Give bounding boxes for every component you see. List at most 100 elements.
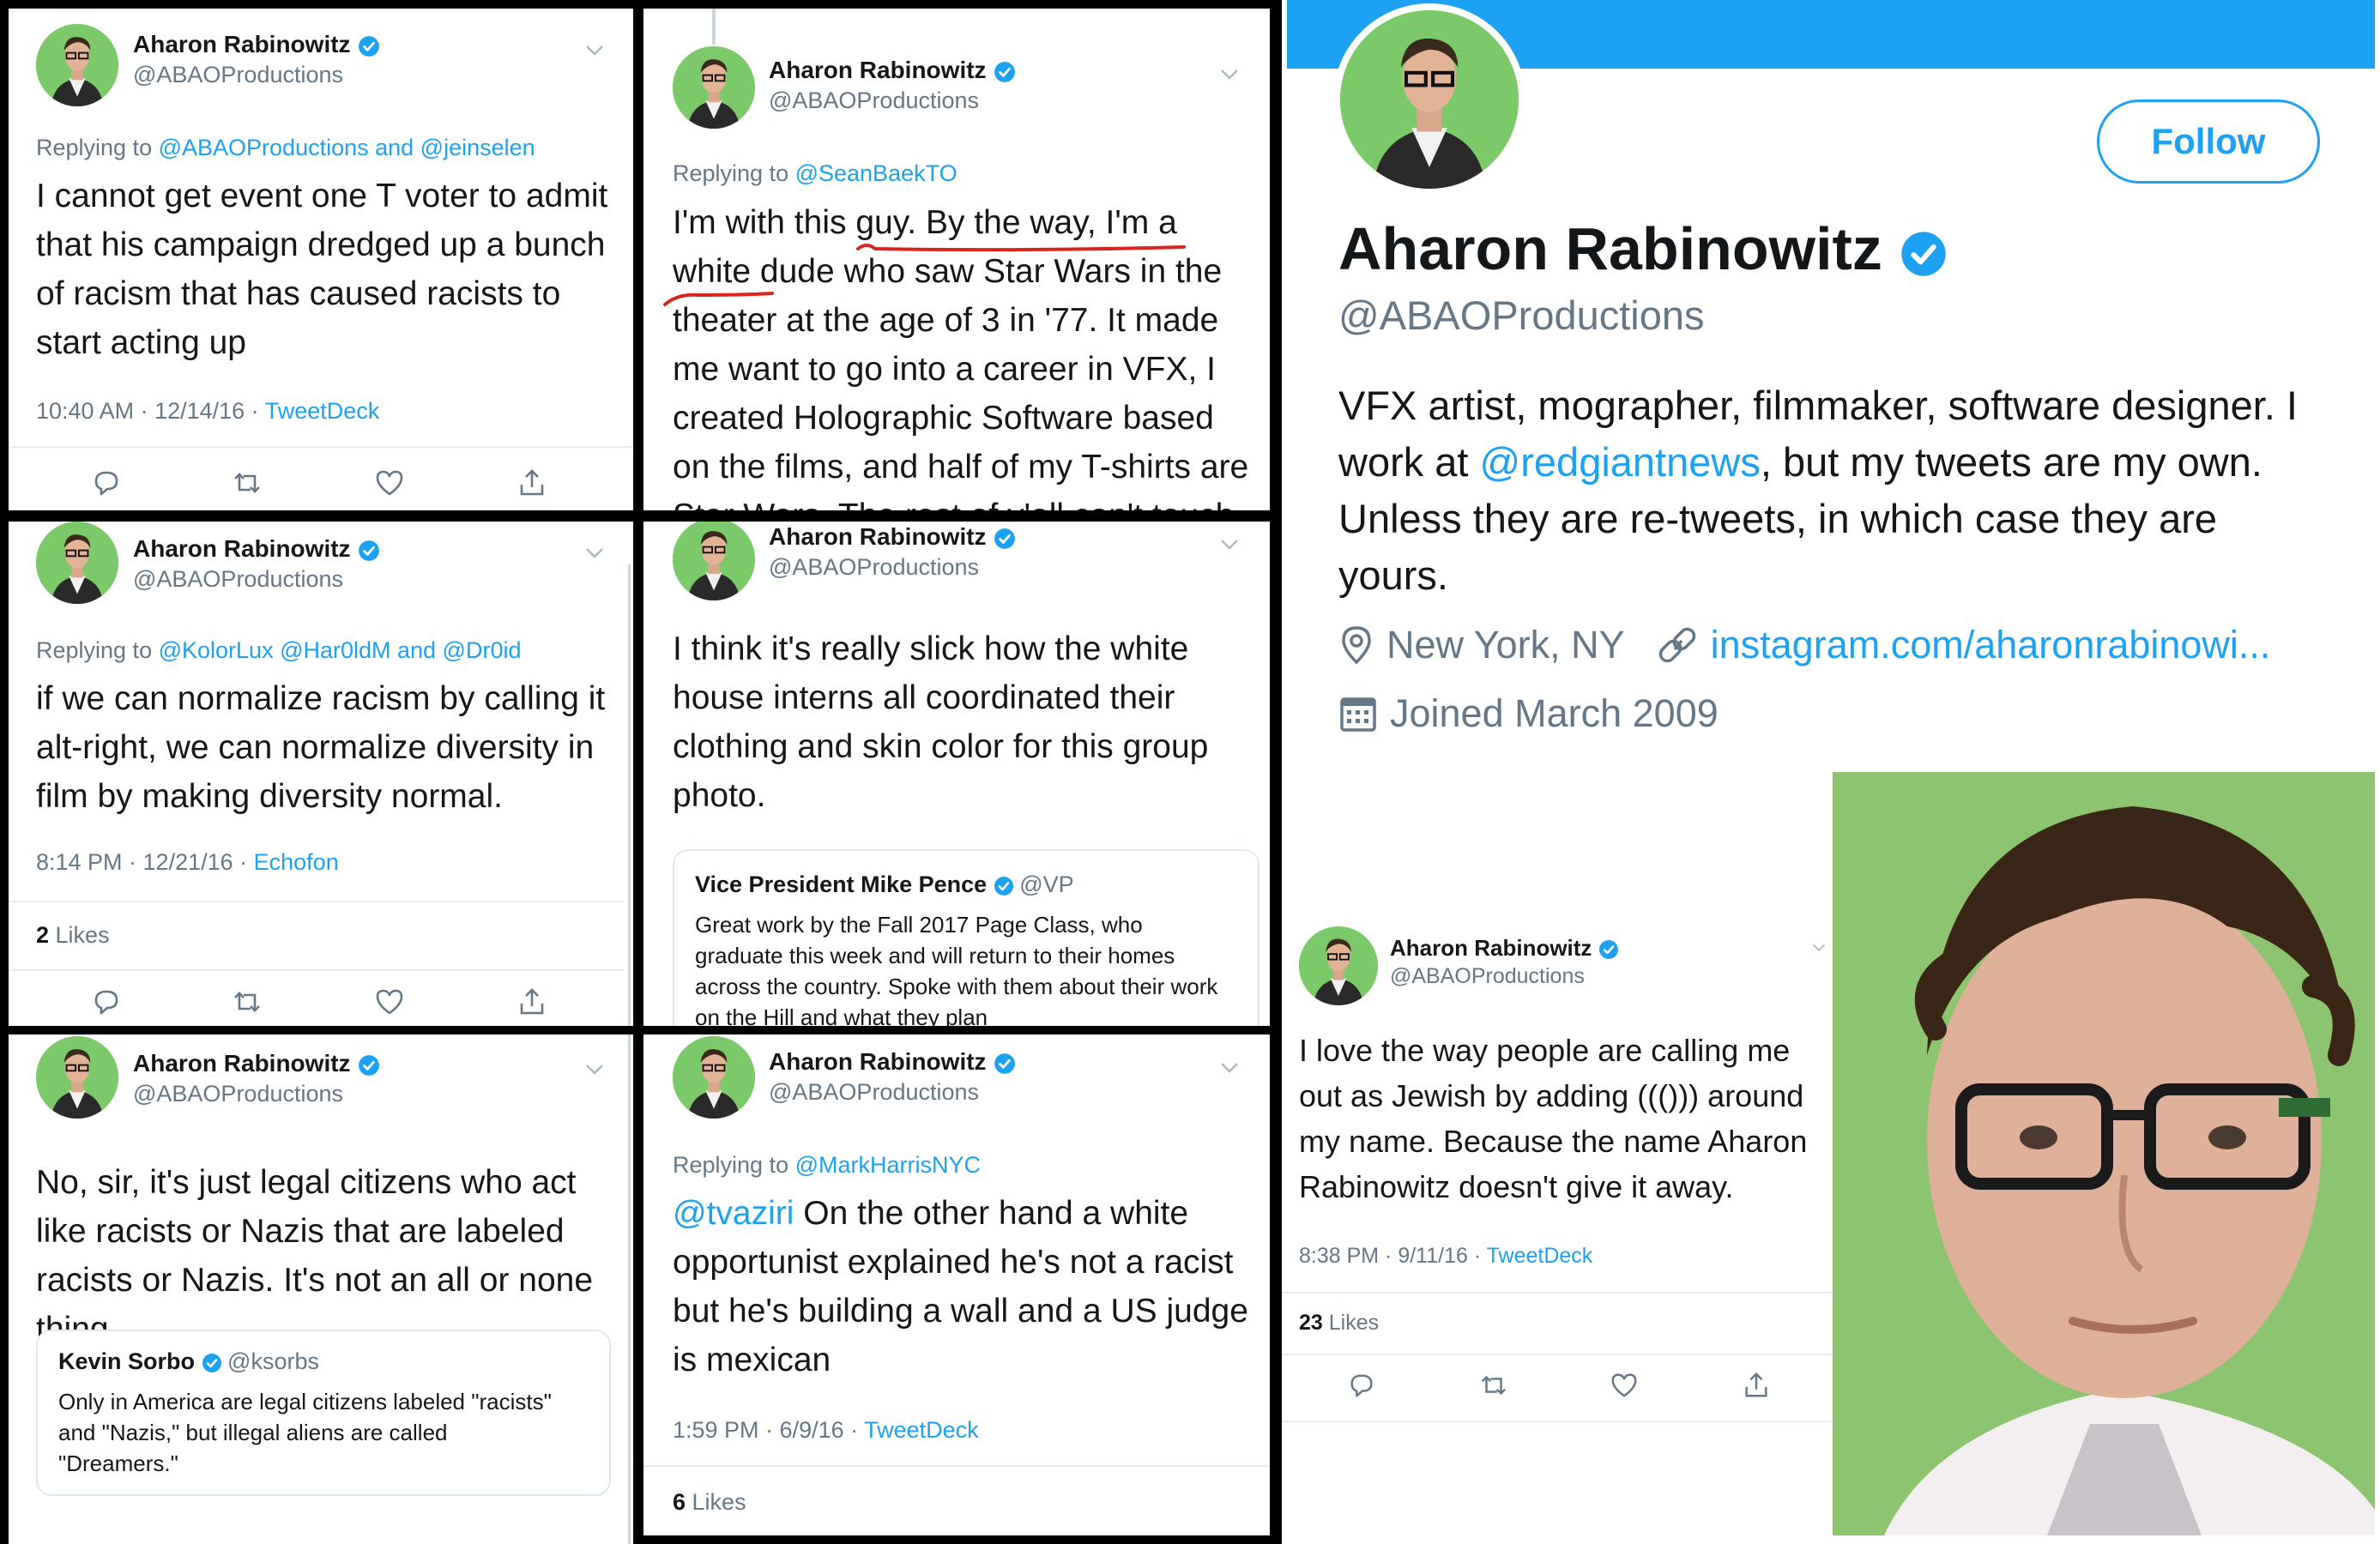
follow-button[interactable]: Follow (2097, 100, 2320, 184)
likes-number: 6 (673, 1489, 686, 1515)
embedded-tweet[interactable]: Aharon Rabinowitz @ABAOProductions I lov… (1282, 909, 1831, 1441)
avatar[interactable] (36, 522, 118, 604)
portrait-photo (1833, 772, 2375, 1535)
tweet-card-5[interactable]: Aharon Rabinowitz @ABAOProductions No, s… (9, 1034, 633, 1544)
replying-to-link[interactable]: @KolorLux @Har0ldM and @Dr0id (159, 637, 522, 663)
thread-line (712, 9, 716, 45)
red-underline-annotation (663, 244, 1186, 306)
replying-to-link[interactable]: @ABAOProductions and @jeinselen (159, 135, 535, 160)
quoted-author-row[interactable]: Vice President Mike Pence @VP (695, 872, 1074, 898)
tweet-mention-link[interactable]: @tvaziri (673, 1195, 794, 1232)
quoted-author-row[interactable]: Kevin Sorbo @ksorbs (58, 1348, 319, 1375)
author-handle[interactable]: @ABAOProductions (133, 566, 343, 593)
chevron-down-icon[interactable] (585, 1064, 604, 1076)
avatar[interactable] (673, 1036, 755, 1119)
author-name[interactable]: Aharon Rabinowitz (1390, 935, 1592, 961)
author-name[interactable]: Aharon Rabinowitz (133, 535, 351, 562)
tweet-timestamp[interactable]: 8:38 PM · 9/11/16 · (1299, 1244, 1487, 1268)
author-name[interactable]: Aharon Rabinowitz (769, 523, 987, 550)
avatar[interactable] (36, 24, 118, 106)
quoted-author-handle[interactable]: @VP (1019, 872, 1073, 897)
likes-count[interactable]: 6 Likes (673, 1489, 746, 1516)
author-handle[interactable]: @ABAOProductions (769, 1079, 979, 1106)
profile-bio-link[interactable]: @redgiantnews (1480, 439, 1761, 485)
quoted-author-name[interactable]: Kevin Sorbo (58, 1348, 195, 1374)
author-handle[interactable]: @ABAOProductions (133, 1081, 343, 1107)
tweet-timestamp[interactable]: 1:59 PM · 6/9/16 · (673, 1417, 864, 1443)
reply-icon[interactable] (1347, 1371, 1376, 1400)
author-handle[interactable]: @ABAOProductions (769, 87, 979, 114)
profile-website-link[interactable]: instagram.com/aharonrabinowi... (1711, 623, 2271, 667)
reply-icon[interactable] (91, 467, 122, 498)
likes-count[interactable]: 2 Likes (36, 922, 110, 949)
replying-to-link[interactable]: @SeanBaekTO (795, 160, 957, 186)
avatar[interactable] (1299, 926, 1378, 1005)
quoted-tweet[interactable]: Vice President Mike Pence @VP Great work … (673, 849, 1259, 1026)
tweet-timestamp[interactable]: 10:40 AM · 12/14/16 · (36, 398, 265, 424)
chevron-down-icon[interactable] (585, 547, 604, 559)
tweet-card-4[interactable]: Aharon Rabinowitz @ABAOProductions I thi… (643, 522, 1270, 1026)
tweet-card-3[interactable]: Aharon Rabinowitz @ABAOProductions Reply… (9, 522, 633, 1026)
tweet-card-1[interactable]: Aharon Rabinowitz @ABAOProductions Reply… (9, 9, 633, 510)
chevron-down-icon[interactable] (585, 45, 604, 57)
like-icon[interactable] (374, 467, 405, 498)
author-name-row[interactable]: Aharon Rabinowitz (769, 57, 1016, 84)
tweet-text: I cannot get event one T voter to admit … (36, 178, 608, 361)
likes-count[interactable]: 23 Likes (1299, 1311, 1379, 1336)
divider (9, 901, 625, 902)
replying-to-label: Replying to (36, 135, 159, 160)
scrollbar[interactable] (628, 564, 631, 1026)
like-icon[interactable] (1610, 1371, 1639, 1400)
profile-avatar[interactable] (1340, 10, 1519, 189)
chevron-down-icon[interactable] (1220, 1062, 1239, 1074)
chevron-down-icon[interactable] (1220, 69, 1239, 81)
tweet-source-link[interactable]: TweetDeck (1487, 1244, 1593, 1268)
author-name-row[interactable]: Aharon Rabinowitz (133, 1050, 380, 1077)
author-name-row[interactable]: Aharon Rabinowitz (1390, 935, 1619, 962)
tweet-source-link[interactable]: Echofon (254, 849, 339, 875)
tweet-text: @tvaziri On the other hand a white oppor… (673, 1189, 1256, 1384)
tweet-source-link[interactable]: TweetDeck (265, 398, 380, 424)
share-icon[interactable] (516, 467, 547, 498)
reply-icon[interactable] (91, 986, 122, 1017)
author-name-row[interactable]: Aharon Rabinowitz (133, 31, 380, 58)
location-icon (1342, 626, 1371, 665)
tweet-card-6[interactable]: Aharon Rabinowitz @ABAOProductions Reply… (643, 1034, 1270, 1535)
author-name[interactable]: Aharon Rabinowitz (133, 31, 351, 57)
chevron-down-icon[interactable] (1812, 944, 1826, 952)
profile-bio: VFX artist, mographer, filmmaker, softwa… (1338, 377, 2325, 604)
quoted-tweet-text: Great work by the Fall 2017 Page Class, … (695, 912, 1218, 1026)
avatar[interactable] (36, 1036, 118, 1119)
author-name[interactable]: Aharon Rabinowitz (133, 1050, 351, 1077)
author-handle[interactable]: @ABAOProductions (133, 62, 343, 88)
scrollbar[interactable] (628, 1034, 631, 1544)
quoted-author-handle[interactable]: @ksorbs (227, 1348, 319, 1374)
quoted-author-name[interactable]: Vice President Mike Pence (695, 872, 987, 897)
tweet-timestamp[interactable]: 8:14 PM · 12/21/16 · (36, 849, 254, 875)
author-handle[interactable]: @ABAOProductions (769, 554, 979, 581)
tweet-card-2[interactable]: Aharon Rabinowitz @ABAOProductions Reply… (643, 9, 1270, 510)
author-name[interactable]: Aharon Rabinowitz (769, 1048, 987, 1075)
author-name-row[interactable]: Aharon Rabinowitz (769, 1048, 1016, 1076)
like-icon[interactable] (374, 986, 405, 1017)
chevron-down-icon[interactable] (1220, 539, 1239, 551)
author-name[interactable]: Aharon Rabinowitz (769, 57, 987, 83)
likes-label: Likes (1322, 1311, 1380, 1335)
author-handle[interactable]: @ABAOProductions (1390, 964, 1585, 989)
avatar[interactable] (673, 46, 755, 129)
retweet-icon[interactable] (1479, 1371, 1508, 1400)
avatar[interactable] (673, 522, 755, 600)
profile-panel: Follow Aharon Rabinowitz @ABAOProduction… (1282, 0, 2380, 1544)
author-name-row[interactable]: Aharon Rabinowitz (133, 535, 380, 563)
replying-to-link[interactable]: @MarkHarrisNYC (795, 1152, 981, 1178)
verified-icon (994, 1052, 1016, 1075)
profile-location-row: New York, NY instagram.com/aharonrabinow… (1338, 623, 2270, 667)
retweet-icon[interactable] (232, 467, 263, 498)
retweet-icon[interactable] (232, 986, 263, 1017)
share-icon[interactable] (516, 986, 547, 1017)
verified-icon (202, 1353, 222, 1373)
quoted-tweet[interactable]: Kevin Sorbo @ksorbs Only in America are l… (36, 1330, 611, 1496)
tweet-source-link[interactable]: TweetDeck (864, 1417, 979, 1443)
author-name-row[interactable]: Aharon Rabinowitz (769, 523, 1016, 551)
share-icon[interactable] (1742, 1371, 1771, 1400)
